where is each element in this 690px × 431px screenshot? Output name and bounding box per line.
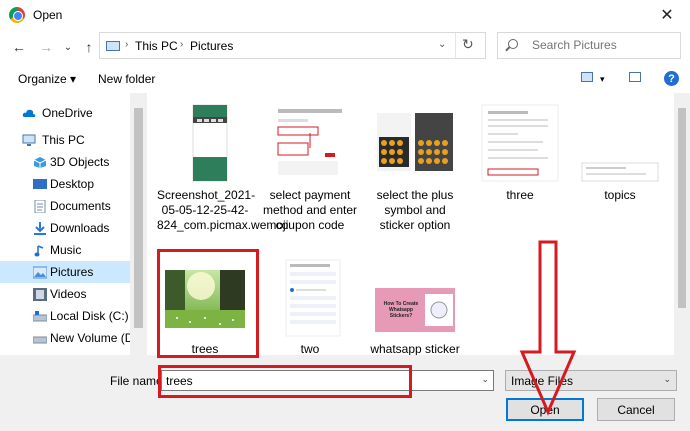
file-item[interactable]: How To Create Whatsapp Stickers? whatsap… [367, 248, 463, 355]
recent-locations-button[interactable]: ⌄ [58, 37, 78, 57]
chevron-down-icon[interactable]: ⌄ [663, 374, 671, 385]
sidebar-item-label: Desktop [50, 177, 95, 191]
phone-screenshot-thumbnail [192, 104, 228, 182]
sidebar-item-label: Videos [50, 287, 87, 301]
file-item[interactable]: topics [572, 93, 668, 243]
web-screenshot-thumbnail [581, 162, 659, 182]
view-menu-button[interactable]: ▾ [600, 74, 605, 85]
file-item[interactable]: select the plus symbol and sticker optio… [367, 93, 463, 243]
address-dropdown-icon[interactable]: ⌄ [438, 39, 446, 50]
sidebar-item-label: Pictures [50, 265, 94, 279]
drive-icon [33, 336, 47, 344]
sidebar-item-label: Documents [50, 199, 111, 213]
breadcrumb-separator[interactable]: › [125, 39, 128, 50]
search-input[interactable] [532, 38, 672, 52]
file-name: three [506, 188, 534, 202]
drive-icon [33, 311, 47, 322]
organize-button[interactable]: Organize ▾ [18, 72, 76, 86]
chevron-down-icon[interactable]: ⌄ [481, 374, 489, 385]
this-pc-icon [106, 41, 120, 51]
cube-icon [33, 157, 47, 168]
sidebar-item-documents[interactable]: Documents [0, 195, 130, 217]
help-icon[interactable]: ? [664, 71, 679, 86]
desktop-icon [33, 179, 47, 189]
sidebar-item-downloads[interactable]: Downloads [0, 217, 130, 239]
sidebar-item-onedrive[interactable]: OneDrive [0, 102, 130, 124]
search-box[interactable] [497, 32, 681, 59]
up-button[interactable]: ↑ [79, 37, 99, 57]
breadcrumb-separator[interactable]: › [180, 39, 183, 50]
sidebar-item-label: This PC [42, 133, 85, 147]
scrollbar-thumb[interactable] [134, 108, 143, 328]
breadcrumb-this-pc[interactable]: This PC [135, 39, 178, 53]
sidebar-item-label: Music [50, 243, 82, 257]
window-title: Open [33, 8, 63, 22]
scrollbar-thumb[interactable] [678, 108, 686, 308]
file-name: select the plus symbol and sticker optio… [376, 188, 454, 232]
address-bar[interactable]: › This PC › Pictures ⌄ ↻ [99, 32, 486, 59]
file-name: two [300, 342, 320, 355]
sidebar-item-pictures[interactable]: Pictures [0, 261, 130, 283]
change-view-icon[interactable] [581, 72, 593, 82]
sidebar-item-this-pc[interactable]: This PC [0, 129, 130, 151]
navigation-pane-scrollbar[interactable] [130, 93, 147, 355]
pictures-icon [33, 266, 47, 279]
sidebar-item-local-disk-c[interactable]: Local Disk (C:) [0, 305, 130, 327]
refresh-button[interactable]: ↻ [462, 36, 474, 53]
payment-screenshot-thumbnail [272, 105, 348, 181]
chrome-icon [9, 7, 25, 23]
annotation-highlight-filename [158, 365, 412, 398]
back-button[interactable]: ← [9, 37, 29, 57]
film-icon [33, 288, 47, 301]
file-item[interactable]: three [472, 93, 568, 243]
file-name: select payment method and enter coupon c… [262, 188, 358, 232]
sidebar-item-videos[interactable]: Videos [0, 283, 130, 305]
web-screenshot-thumbnail [481, 104, 559, 182]
cancel-button[interactable]: Cancel [597, 398, 675, 421]
download-icon [34, 222, 46, 235]
sidebar-item-label: Downloads [50, 221, 110, 235]
forward-button[interactable]: → [36, 37, 56, 57]
command-bar: Organize ▾ New folder ▾ ? [0, 63, 690, 93]
sidebar-item-label: 3D Objects [50, 155, 110, 169]
music-icon [34, 245, 44, 257]
new-folder-button[interactable]: New folder [98, 72, 155, 86]
sidebar-item-label: Local Disk (C:) [50, 309, 129, 323]
sticker-title-text: How To Create Whatsapp Stickers? [383, 301, 419, 319]
cloud-icon [22, 109, 36, 117]
computer-icon [22, 134, 36, 146]
breadcrumb-pictures[interactable]: Pictures [190, 39, 233, 53]
sidebar-item-label: New Volume (D:) [50, 331, 130, 345]
file-list-scrollbar[interactable] [674, 93, 690, 355]
file-name: topics [604, 188, 636, 202]
sticker-screenshot-thumbnail [377, 113, 453, 171]
search-icon [508, 39, 518, 49]
whatsapp-sticker-thumbnail [375, 288, 455, 332]
sidebar-item-music[interactable]: Music [0, 239, 130, 261]
file-item[interactable]: two [262, 248, 358, 355]
address-divider [455, 33, 456, 58]
file-name: Screenshot_2021-05-05-12-25-42-824_com.p… [157, 188, 289, 232]
sidebar-item-label: OneDrive [42, 106, 93, 120]
annotation-arrow-icon [519, 240, 577, 416]
navigation-pane: OneDrive This PC 3D Objects Desktop Docu… [0, 93, 130, 355]
file-name: whatsapp sticker [370, 342, 460, 355]
sidebar-item-desktop[interactable]: Desktop [0, 173, 130, 195]
sidebar-item-3d-objects[interactable]: 3D Objects [0, 151, 130, 173]
form-screenshot-thumbnail [285, 259, 341, 337]
annotation-highlight-trees [157, 249, 259, 358]
file-item[interactable]: select payment method and enter coupon c… [262, 93, 358, 243]
close-button[interactable]: ✕ [644, 0, 690, 30]
document-icon [34, 200, 46, 213]
sidebar-item-new-volume-d[interactable]: New Volume (D:) [0, 327, 130, 349]
preview-pane-icon[interactable] [629, 72, 641, 82]
file-item[interactable]: Screenshot_2021-05-05-12-25-42-824_com.p… [157, 93, 289, 243]
navigation-bar: ← → ⌄ ↑ › This PC › Pictures ⌄ ↻ [0, 30, 690, 63]
title-bar: Open ✕ [0, 0, 690, 30]
